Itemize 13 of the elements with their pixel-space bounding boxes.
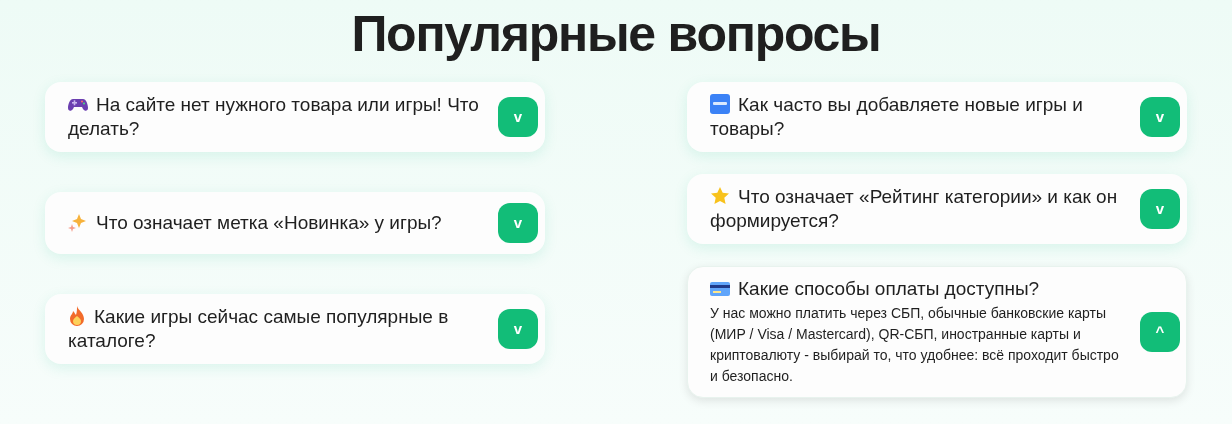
faq-question[interactable]: На сайте нет нужного товара или игры! Что делать? — [68, 93, 486, 141]
faq-question[interactable]: Какие игры сейчас самые популярные в каталоге? — [68, 305, 486, 353]
fire-icon — [68, 306, 86, 326]
gamepad-icon — [68, 97, 88, 113]
section-title: Популярные вопросы — [350, 5, 882, 64]
faq-question[interactable]: Что означает «Рейтинг категории» и как он формируется? — [710, 185, 1128, 233]
faq-question[interactable]: Что означает метка «Новинка» у игры? — [68, 211, 486, 235]
faq-question[interactable]: Какие способы оплаты доступны? — [710, 277, 1128, 301]
faq-answer: У нас можно платить через СБП, обычные банковские карты (МИР / Visa / Mastercard), QR-СБП, иностранные карты и криптовалюту - выбирай то, что удобнее: всё проходит быстро и безопасно. — [710, 304, 1120, 386]
sparkles-icon — [68, 212, 88, 232]
credit-card-icon — [710, 281, 730, 297]
faq-question[interactable]: Как часто вы добавляете новые игры и товары? — [710, 93, 1128, 141]
star-icon — [710, 186, 730, 206]
